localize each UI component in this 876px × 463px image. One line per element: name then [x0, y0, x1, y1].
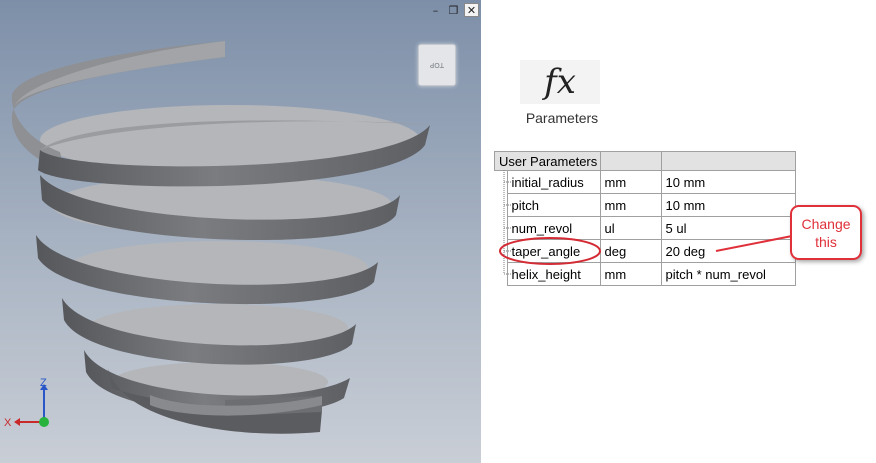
tree-connector — [495, 263, 508, 286]
table-row[interactable]: num_revol ul 5 ul — [495, 216, 796, 240]
table-row[interactable]: pitch mm 10 mm — [495, 193, 796, 217]
param-equation[interactable]: 20 deg — [660, 239, 796, 263]
param-name[interactable]: helix_height — [506, 262, 601, 286]
parameters-fx-icon[interactable]: fx — [520, 60, 600, 104]
tree-connector — [495, 217, 508, 240]
param-equation[interactable]: 10 mm — [660, 170, 796, 194]
view-cube[interactable]: TOP — [418, 44, 456, 86]
3d-viewport[interactable]: – ❐ ✕ TOP Z X — [0, 0, 481, 463]
param-unit[interactable]: mm — [599, 193, 662, 217]
table-row[interactable]: helix_height mm pitch * num_revol — [495, 262, 796, 286]
helix-model[interactable] — [0, 0, 481, 463]
param-unit[interactable]: deg — [599, 239, 662, 263]
view-cube-label: TOP — [429, 61, 444, 69]
user-parameters-table: User Parameters initial_radius mm 10 mm … — [494, 151, 796, 286]
param-unit[interactable]: mm — [599, 170, 662, 194]
y-axis-dot — [39, 417, 49, 427]
change-this-callout: Change this — [790, 205, 862, 260]
fx-symbol: fx — [544, 62, 576, 102]
tree-connector — [495, 171, 508, 194]
tree-connector — [495, 194, 508, 217]
parameters-label: Parameters — [525, 110, 599, 126]
param-equation[interactable]: 5 ul — [660, 216, 796, 240]
param-name[interactable]: num_revol — [506, 216, 601, 240]
axis-triad: Z X — [4, 377, 49, 429]
param-name[interactable]: pitch — [506, 193, 601, 217]
param-equation[interactable]: pitch * num_revol — [660, 262, 796, 286]
equation-header — [660, 151, 796, 171]
tree-connector — [495, 240, 508, 263]
table-row[interactable]: taper_angle deg 20 deg — [495, 239, 796, 263]
param-unit[interactable]: mm — [599, 262, 662, 286]
param-equation[interactable]: 10 mm — [660, 193, 796, 217]
z-axis-label: Z — [40, 377, 47, 389]
param-name[interactable]: taper_angle — [506, 239, 601, 263]
x-axis-label: X — [4, 417, 12, 429]
param-unit[interactable]: ul — [599, 216, 662, 240]
x-axis-arrow — [14, 418, 20, 426]
user-parameters-header[interactable]: User Parameters — [494, 151, 601, 171]
table-row[interactable]: initial_radius mm 10 mm — [495, 170, 796, 194]
table-header-row: User Parameters — [494, 151, 796, 171]
unit-header — [599, 151, 662, 171]
param-name[interactable]: initial_radius — [506, 170, 601, 194]
